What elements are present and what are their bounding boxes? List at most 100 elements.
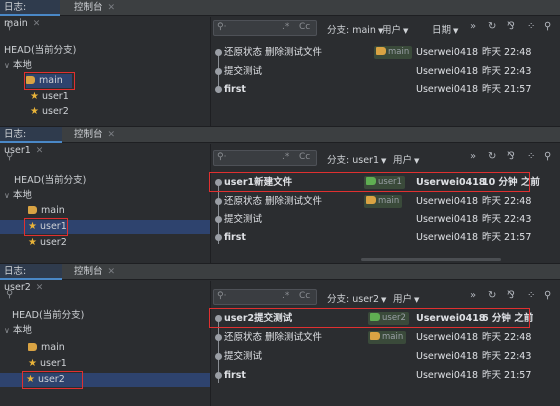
tree-item-user1[interactable]: ★ user1 bbox=[28, 357, 67, 371]
tree-item-user1[interactable]: ★ user1 bbox=[30, 90, 69, 104]
branch-filter-label: 分支: main bbox=[327, 25, 376, 36]
chevron-down-icon: ▼ bbox=[414, 157, 420, 165]
tree-label: user2 bbox=[39, 237, 67, 248]
tree-item-user2[interactable]: ★ user2 bbox=[30, 105, 69, 119]
commit-filter-input[interactable]: ⚲· .* Cc bbox=[213, 150, 317, 166]
commit-date: 昨天 22:48 bbox=[482, 332, 532, 343]
match-case-toggle[interactable]: Cc bbox=[299, 291, 310, 301]
commit-row[interactable]: first Userwei0418 昨天 21:57 bbox=[211, 229, 560, 246]
tab-log-user1[interactable]: 日志: user1 ✕ bbox=[0, 127, 62, 156]
commit-row[interactable]: first Userwei0418 昨天 21:57 bbox=[211, 367, 560, 384]
commit-filter-input[interactable]: ⚲· .* Cc bbox=[213, 20, 317, 36]
tag-badge: main bbox=[364, 195, 403, 208]
grid-icon[interactable]: ⁘ bbox=[527, 21, 535, 32]
user-filter-label: 用户 bbox=[393, 294, 413, 305]
branch-filter[interactable]: 分支: user1 ▼ bbox=[327, 152, 386, 166]
commit-author: Userwei0418 bbox=[416, 47, 479, 58]
regex-icon[interactable]: .* bbox=[282, 152, 289, 162]
search-icon[interactable]: ⚲ bbox=[544, 290, 551, 301]
commit-date: 昨天 21:57 bbox=[482, 370, 532, 381]
tree-item-user2[interactable]: ★ user2 bbox=[28, 236, 67, 250]
search-icon[interactable]: ⚲ bbox=[544, 21, 551, 32]
tree-item-main[interactable]: main bbox=[28, 204, 65, 218]
tree-item-head[interactable]: HEAD(当前分支) bbox=[4, 44, 76, 58]
chevron-down-icon: ▼ bbox=[381, 296, 387, 304]
close-icon[interactable]: ✕ bbox=[108, 130, 116, 140]
tree-item-local[interactable]: ∨ 本地 bbox=[4, 189, 32, 203]
refresh-icon[interactable]: ↻ bbox=[488, 21, 496, 32]
tag-label: main bbox=[382, 332, 404, 342]
chevron-down-icon: ▼ bbox=[453, 27, 459, 35]
tree-item-head[interactable]: HEAD(当前分支) bbox=[12, 309, 84, 323]
match-case-toggle[interactable]: Cc bbox=[299, 22, 310, 32]
search-icon[interactable]: ⚲ bbox=[544, 151, 551, 162]
cherry-pick-icon[interactable]: ⅋ bbox=[507, 151, 515, 162]
branch-tree: ⚲ HEAD(当前分支) ∨ 本地 main ★ user1 ★ user2 bbox=[0, 144, 210, 264]
tab-bar: 日志: main ✕ 控制台 ✕ bbox=[0, 0, 560, 29]
grid-icon[interactable]: ⁘ bbox=[527, 290, 535, 301]
tab-log-main[interactable]: 日志: main ✕ bbox=[0, 0, 60, 29]
commit-row[interactable]: 还原状态 删除测试文件 main Userwei0418 昨天 22:48 bbox=[211, 193, 560, 210]
tag-icon bbox=[376, 46, 386, 55]
branch-search-input[interactable]: ⚲ bbox=[4, 21, 204, 35]
tree-item-head[interactable]: HEAD(当前分支) bbox=[14, 174, 86, 188]
commit-date: 昨天 22:43 bbox=[482, 214, 532, 225]
chevron-down-icon: ▼ bbox=[381, 157, 387, 165]
tree-item-main[interactable]: main bbox=[28, 341, 65, 355]
match-case-toggle[interactable]: Cc bbox=[299, 152, 310, 162]
more-icon[interactable]: » bbox=[470, 151, 476, 162]
user-filter[interactable]: 用户 ▼ bbox=[393, 291, 419, 305]
branch-filter[interactable]: 分支: user2 ▼ bbox=[327, 291, 386, 305]
commit-author: Userwei0418 bbox=[416, 351, 479, 362]
user-filter[interactable]: 用户 ▼ bbox=[382, 22, 408, 36]
git-log-panel-main: 日志: main ✕ 控制台 ✕ ⚲ HEAD(当前分支) ∨ 本地 main ★ us… bbox=[0, 0, 560, 127]
commit-author: Userwei0418 bbox=[416, 66, 479, 77]
more-icon[interactable]: » bbox=[470, 21, 476, 32]
commit-filter-input[interactable]: ⚲· .* Cc bbox=[213, 289, 317, 305]
tree-item-local[interactable]: ∨ 本地 bbox=[4, 59, 32, 73]
star-icon: ★ bbox=[30, 106, 39, 117]
user-filter[interactable]: 用户 ▼ bbox=[393, 152, 419, 166]
commit-row[interactable]: 提交测试 Userwei0418 昨天 22:43 bbox=[211, 348, 560, 365]
commit-node bbox=[215, 334, 222, 341]
commit-row[interactable]: 还原状态 删除测试文件 main Userwei0418 昨天 22:48 bbox=[211, 44, 560, 61]
highlight-box bbox=[209, 308, 530, 328]
close-icon[interactable]: ✕ bbox=[108, 3, 116, 13]
commit-row[interactable]: first Userwei0418 昨天 21:57 bbox=[211, 81, 560, 98]
branch-filter[interactable]: 分支: main ▼ bbox=[327, 22, 383, 36]
tree-label: HEAD(当前分支) bbox=[4, 45, 77, 56]
tree-item-local[interactable]: ∨ 本地 bbox=[4, 324, 32, 338]
grid-icon[interactable]: ⁘ bbox=[527, 151, 535, 162]
commit-row[interactable]: 提交测试 Userwei0418 昨天 22:43 bbox=[211, 211, 560, 228]
tag-badge: main bbox=[374, 46, 413, 59]
tab-console[interactable]: 控制台 ✕ bbox=[70, 264, 130, 280]
cherry-pick-icon[interactable]: ⅋ bbox=[507, 21, 515, 32]
horizontal-scrollbar[interactable] bbox=[361, 258, 501, 261]
branch-filter-label: 分支: user2 bbox=[327, 294, 379, 305]
search-icon: ⚲ bbox=[6, 151, 14, 162]
commit-log: ⚲· .* Cc 分支: user1 ▼ 用户 ▼ » ↻ ⅋ ⁘ ⚲ user1新建文… bbox=[209, 144, 560, 264]
refresh-icon[interactable]: ↻ bbox=[488, 290, 496, 301]
chevron-down-icon: ∨ bbox=[4, 326, 10, 335]
more-icon[interactable]: » bbox=[470, 290, 476, 301]
tab-log-user2[interactable]: 日志: user2 ✕ bbox=[0, 264, 62, 293]
chevron-down-icon: ▼ bbox=[414, 296, 420, 304]
log-toolbar: ⚲· .* Cc 分支: main ▼ 用户 ▼ 日期 ▼ » ↻ ⅋ ⁘ ⚲ bbox=[211, 19, 560, 37]
tab-console[interactable]: 控制台 ✕ bbox=[70, 127, 130, 143]
commit-node bbox=[215, 49, 222, 56]
close-icon[interactable]: ✕ bbox=[108, 267, 116, 277]
commit-author: Userwei0418 bbox=[416, 84, 479, 95]
tree-label: HEAD(当前分支) bbox=[12, 310, 85, 321]
regex-icon[interactable]: .* bbox=[282, 22, 289, 32]
commit-row[interactable]: 还原状态 删除测试文件 main Userwei0418 昨天 22:48 bbox=[211, 329, 560, 346]
regex-icon[interactable]: .* bbox=[282, 291, 289, 301]
commit-row[interactable]: 提交测试 Userwei0418 昨天 22:43 bbox=[211, 63, 560, 80]
branch-search-input[interactable]: ⚲ bbox=[4, 151, 204, 165]
refresh-icon[interactable]: ↻ bbox=[488, 151, 496, 162]
cherry-pick-icon[interactable]: ⅋ bbox=[507, 290, 515, 301]
star-icon: ★ bbox=[28, 237, 37, 248]
branch-search-input[interactable]: ⚲ bbox=[4, 289, 204, 303]
tree-label: user2 bbox=[41, 106, 69, 117]
tab-console[interactable]: 控制台 ✕ bbox=[70, 0, 130, 16]
date-filter[interactable]: 日期 ▼ bbox=[432, 22, 458, 36]
